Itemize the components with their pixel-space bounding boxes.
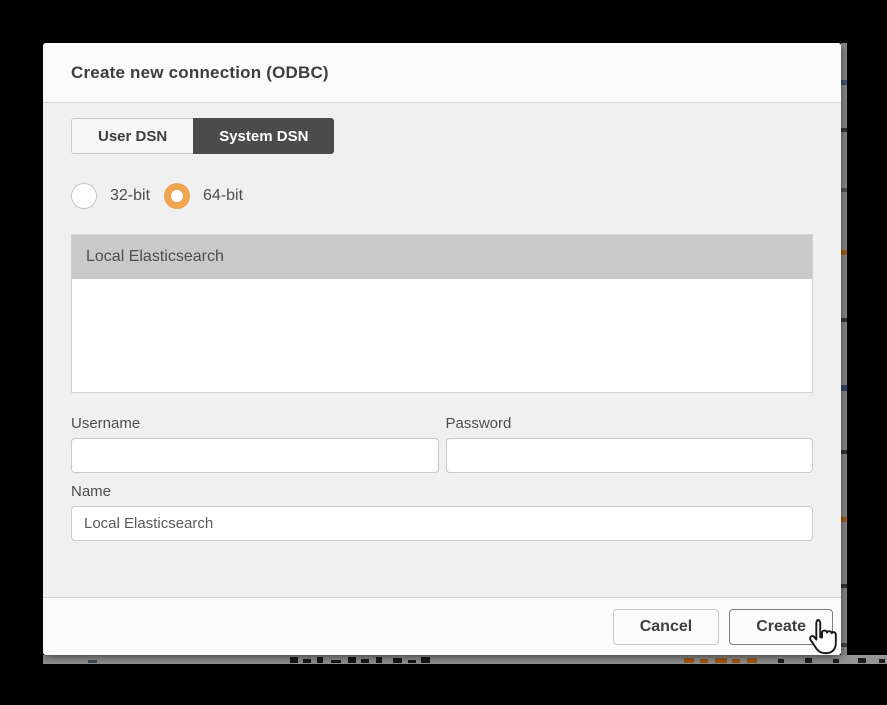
- name-label: Name: [71, 483, 112, 500]
- background-artifact: [747, 658, 757, 663]
- background-artifact: [841, 584, 847, 588]
- background-artifact: [805, 658, 812, 663]
- create-button[interactable]: Create: [729, 608, 833, 645]
- radio-32bit-label: 32-bit: [110, 187, 151, 204]
- username-input[interactable]: [71, 438, 439, 473]
- radio-selected-icon[interactable]: [164, 183, 191, 209]
- dialog-header: Create new connection (ODBC): [43, 43, 841, 103]
- background-artifact: [361, 659, 369, 663]
- background-artifact: [331, 660, 341, 663]
- background-artifact: [841, 517, 847, 522]
- background-artifact: [879, 659, 885, 663]
- background-artifact: [841, 188, 847, 192]
- password-label: Password: [445, 415, 512, 432]
- dialog-title: Create new connection (ODBC): [71, 62, 329, 82]
- credentials-row: Username Password: [71, 415, 813, 473]
- password-input[interactable]: [445, 438, 813, 473]
- background-artifact: [778, 659, 784, 663]
- background-artifact: [684, 658, 694, 663]
- background-artifact: [88, 660, 97, 663]
- tab-system-dsn[interactable]: System DSN: [193, 118, 335, 154]
- cancel-button[interactable]: Cancel: [612, 608, 720, 645]
- background-artifact: [841, 450, 847, 454]
- username-label: Username: [71, 415, 141, 432]
- dialog-body: User DSN System DSN 32-bit 64-bit Local …: [43, 103, 841, 541]
- radio-64bit-label: 64-bit: [203, 187, 244, 204]
- name-input[interactable]: [71, 506, 813, 541]
- background-artifact: [408, 660, 416, 663]
- tab-user-dsn[interactable]: User DSN: [71, 118, 194, 154]
- background-artifact: [393, 658, 402, 663]
- background-artifact: [700, 659, 708, 663]
- background-artifact: [833, 659, 839, 663]
- dsn-tabs: User DSN System DSN: [71, 118, 335, 154]
- radio-option-64bit[interactable]: 64-bit: [164, 183, 243, 209]
- background-artifact: [841, 250, 847, 255]
- background-artifact: [841, 385, 847, 391]
- background-page-edge: [841, 43, 847, 663]
- background-artifact: [376, 657, 382, 663]
- radio-unselected-icon[interactable]: [71, 183, 97, 209]
- background-artifact: [421, 657, 430, 663]
- background-artifact: [841, 643, 847, 647]
- background-artifact: [732, 659, 740, 663]
- background-artifact: [317, 657, 323, 663]
- background-artifact: [858, 658, 866, 663]
- create-connection-dialog: Create new connection (ODBC) User DSN Sy…: [43, 43, 841, 655]
- background-artifact: [841, 318, 847, 322]
- architecture-radio-group: 32-bit 64-bit: [71, 183, 813, 209]
- background-artifact: [348, 657, 356, 663]
- background-artifact: [715, 658, 727, 663]
- background-artifact: [303, 659, 311, 663]
- background-artifact: [290, 657, 298, 663]
- password-field-group: Password: [445, 415, 813, 473]
- background-artifact: [841, 128, 847, 132]
- list-item-dsn[interactable]: Local Elasticsearch: [72, 235, 812, 279]
- background-artifact: [841, 80, 847, 85]
- name-field-group: Name: [71, 483, 813, 541]
- background-page-strip: [43, 655, 887, 664]
- dialog-footer: Cancel Create: [43, 597, 841, 655]
- username-field-group: Username: [71, 415, 439, 473]
- radio-option-32bit[interactable]: 32-bit: [71, 183, 150, 209]
- dsn-listbox[interactable]: Local Elasticsearch: [71, 234, 813, 393]
